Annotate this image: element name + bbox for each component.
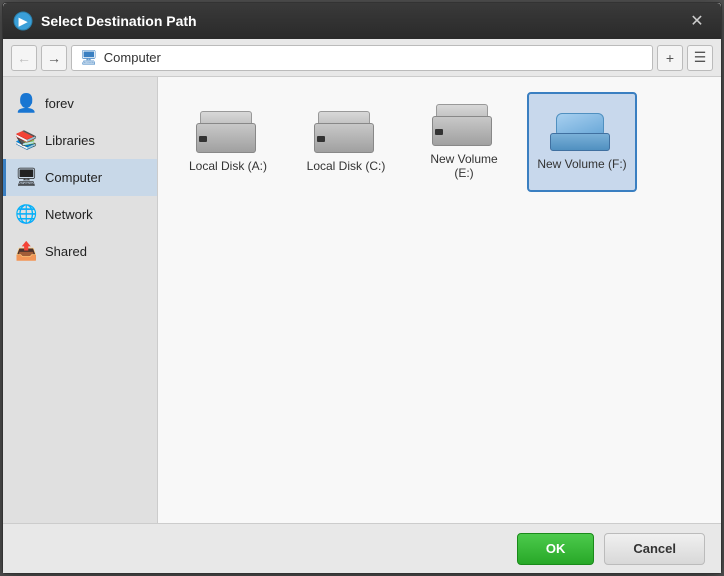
sidebar-label-forev: forev — [45, 96, 74, 111]
footer: OK Cancel — [3, 523, 721, 573]
location-text: Computer — [104, 50, 161, 65]
file-area: Local Disk (A:) Local Disk (C:) — [158, 77, 721, 523]
dialog-title: Select Destination Path — [41, 13, 683, 29]
sidebar-item-forev[interactable]: 👤 forev — [3, 85, 157, 122]
network-icon: 🌐 — [15, 204, 37, 225]
sidebar: 👤 forev 📚 Libraries 🖥 Computer 🌐 Network… — [3, 77, 158, 523]
drive-f[interactable]: New Volume (F:) — [527, 92, 637, 192]
drive-a-label: Local Disk (A:) — [189, 159, 267, 173]
drive-f-icon — [550, 113, 614, 151]
drive-e-icon — [432, 104, 496, 146]
user-icon: 👤 — [15, 93, 37, 114]
sidebar-item-libraries[interactable]: 📚 Libraries — [3, 122, 157, 159]
back-button[interactable]: ← — [11, 45, 37, 71]
title-bar-icon: ▶ — [13, 11, 33, 31]
content-area: 👤 forev 📚 Libraries 🖥 Computer 🌐 Network… — [3, 77, 721, 523]
drive-c[interactable]: Local Disk (C:) — [291, 92, 401, 192]
location-icon: 🖥 — [80, 49, 98, 66]
drive-a-icon — [196, 111, 260, 153]
drive-a[interactable]: Local Disk (A:) — [173, 92, 283, 192]
sidebar-item-shared[interactable]: 📤 Shared — [3, 233, 157, 270]
drive-c-label: Local Disk (C:) — [307, 159, 386, 173]
computer-icon: 🖥 — [15, 167, 37, 188]
select-destination-dialog: ▶ Select Destination Path ✕ ← → 🖥 Comput… — [2, 2, 722, 574]
drive-e-label: New Volume (E:) — [419, 152, 509, 180]
shared-icon: 📤 — [15, 241, 37, 262]
ok-button[interactable]: OK — [517, 533, 595, 565]
cancel-button[interactable]: Cancel — [604, 533, 705, 565]
forward-button[interactable]: → — [41, 45, 67, 71]
nav-bar: ← → 🖥 Computer + ☰ — [3, 39, 721, 77]
drive-e[interactable]: New Volume (E:) — [409, 92, 519, 192]
sidebar-item-network[interactable]: 🌐 Network — [3, 196, 157, 233]
drive-f-label: New Volume (F:) — [537, 157, 626, 171]
close-button[interactable]: ✕ — [683, 7, 711, 35]
view-toggle-button[interactable]: ☰ — [687, 45, 713, 71]
libraries-icon: 📚 — [15, 130, 37, 151]
new-folder-button[interactable]: + — [657, 45, 683, 71]
svg-text:▶: ▶ — [18, 16, 28, 28]
sidebar-item-computer[interactable]: 🖥 Computer — [3, 159, 157, 196]
sidebar-label-libraries: Libraries — [45, 133, 95, 148]
title-bar: ▶ Select Destination Path ✕ — [3, 3, 721, 39]
location-bar: 🖥 Computer — [71, 45, 653, 71]
drive-c-icon — [314, 111, 378, 153]
sidebar-label-network: Network — [45, 207, 93, 222]
sidebar-label-computer: Computer — [45, 170, 102, 185]
sidebar-label-shared: Shared — [45, 244, 87, 259]
